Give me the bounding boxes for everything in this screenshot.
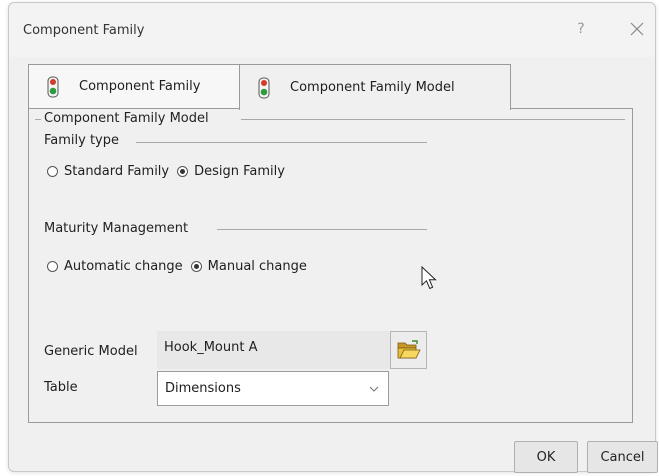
maturity-management-rule (217, 229, 427, 230)
generic-model-label: Generic Model (44, 344, 138, 359)
mouse-cursor-icon (421, 266, 437, 290)
family-type-rule (136, 142, 427, 143)
generic-model-field[interactable]: Hook_Mount A (157, 331, 390, 369)
folder-open-icon (397, 340, 421, 359)
standard-family-radio[interactable] (47, 166, 58, 177)
browse-generic-model-button[interactable] (390, 331, 427, 369)
tab-label: Component Family Model (290, 80, 455, 95)
automatic-change-radio[interactable] (47, 261, 58, 272)
table-select-value: Dimensions (165, 381, 241, 396)
close-button[interactable] (627, 19, 647, 39)
traffic-light-icon (258, 77, 270, 98)
tab-bar: Component Family Component Family Model (28, 64, 548, 110)
standard-family-label[interactable]: Standard Family (64, 164, 169, 179)
tab-component-family[interactable]: Component Family (28, 64, 240, 108)
design-family-label[interactable]: Design Family (194, 164, 285, 179)
manual-change-label[interactable]: Manual change (208, 259, 307, 274)
maturity-options: Automatic change Manual change (47, 259, 315, 274)
component-family-dialog: Component Family ? Component Family Comp… (8, 2, 658, 473)
cancel-button[interactable]: Cancel (587, 441, 658, 473)
family-type-options: Standard Family Design Family (47, 164, 293, 179)
group-rule-right (241, 119, 625, 120)
chevron-down-icon (369, 386, 379, 392)
group-title: Component Family Model (44, 111, 209, 126)
maturity-management-label: Maturity Management (44, 221, 189, 236)
tab-label: Component Family (79, 79, 201, 94)
ok-button[interactable]: OK (514, 441, 578, 473)
design-family-radio[interactable] (177, 166, 189, 177)
table-select[interactable]: Dimensions (157, 371, 389, 406)
title-bar: Component Family ? (9, 3, 655, 57)
traffic-light-icon (47, 76, 59, 97)
component-family-model-panel: Component Family Model Family type Stand… (28, 108, 633, 423)
family-type-label: Family type (44, 133, 120, 148)
group-rule-left (35, 119, 41, 120)
manual-change-radio[interactable] (190, 261, 202, 272)
window-title: Component Family (23, 23, 145, 38)
tab-component-family-model[interactable]: Component Family Model (239, 64, 511, 110)
table-label: Table (44, 380, 78, 395)
automatic-change-label[interactable]: Automatic change (64, 259, 183, 274)
close-icon (630, 22, 644, 36)
help-button[interactable]: ? (573, 19, 589, 39)
